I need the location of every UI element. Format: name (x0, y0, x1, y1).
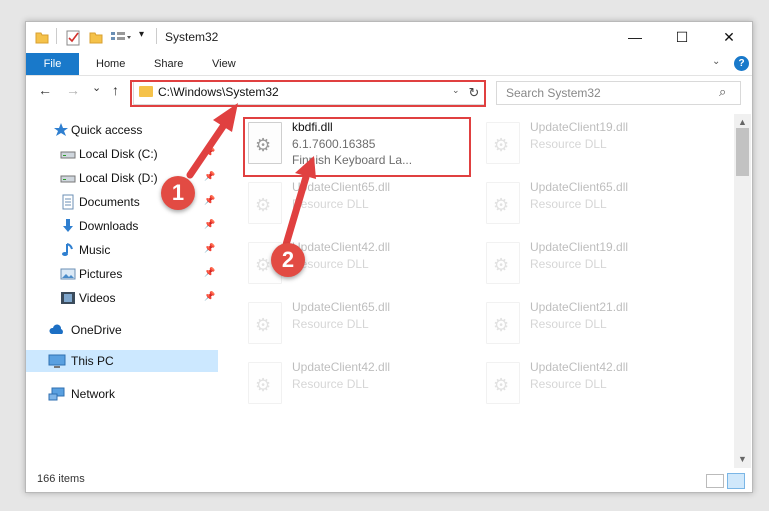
annotation-arrows (186, 103, 316, 252)
step-2-badge: 2 (271, 243, 305, 277)
step-1-badge: 1 (161, 176, 195, 210)
